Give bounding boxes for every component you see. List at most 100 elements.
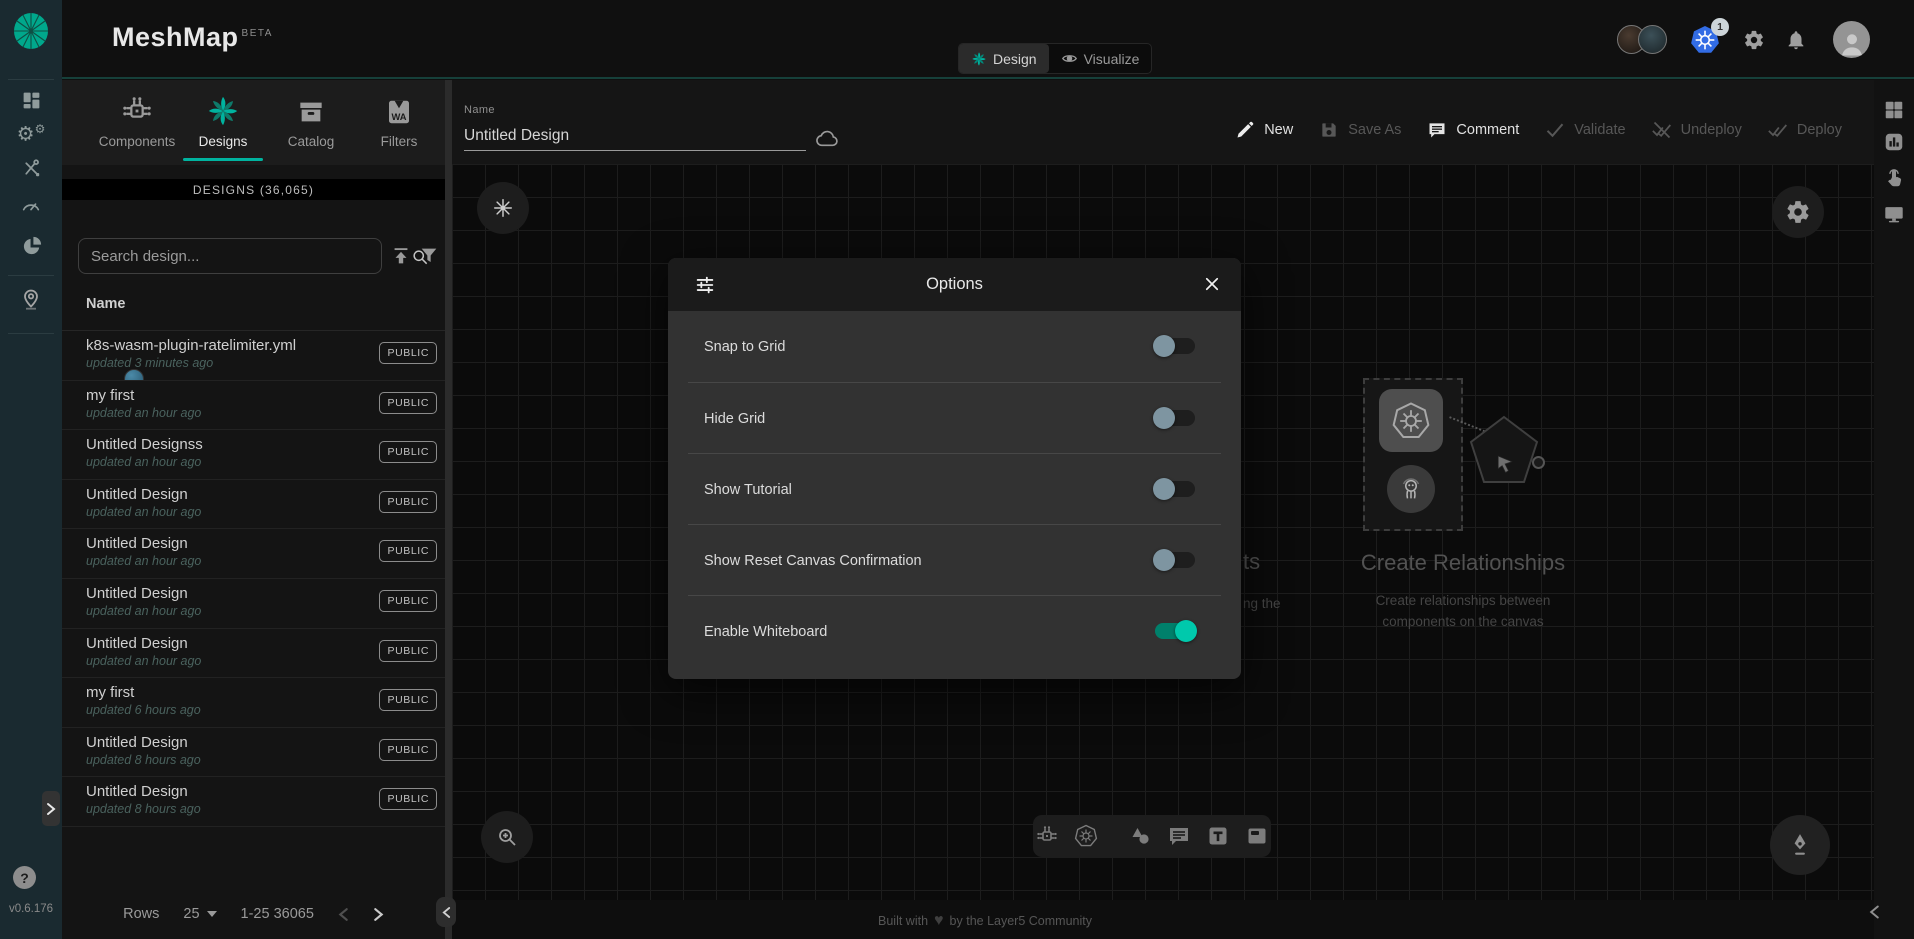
dock-text-icon[interactable] (1206, 824, 1230, 848)
design-list-item[interactable]: Untitled Design updated an hour ago PUBL… (62, 579, 445, 629)
previous-page-button[interactable] (338, 907, 349, 922)
analytics-panel-button[interactable] (1883, 131, 1905, 153)
visibility-badge: PUBLIC (379, 640, 437, 662)
import-design-button[interactable] (390, 245, 412, 267)
tab-filters-label: Filters (353, 134, 445, 149)
svg-text:WA: WA (391, 112, 406, 122)
new-design-button[interactable]: New (1235, 120, 1293, 140)
tab-design[interactable]: Design (959, 44, 1049, 73)
collapse-left-drawer-button[interactable] (436, 897, 456, 927)
canvas-options-button[interactable] (1772, 186, 1824, 238)
hint-mascot-node (1387, 465, 1435, 513)
canvas-context-button[interactable] (477, 182, 529, 234)
design-list-item[interactable]: Untitled Designss updated an hour ago PU… (62, 430, 445, 480)
save-as-button[interactable]: Save As (1319, 120, 1401, 140)
deploy-button[interactable]: Deploy (1768, 120, 1842, 140)
options-modal-header[interactable]: Options (668, 258, 1241, 311)
dock-comment-icon[interactable] (1167, 824, 1191, 848)
toggle-knob (1153, 478, 1175, 500)
tab-designs-label: Designs (177, 134, 269, 149)
toggle-snap-to-grid[interactable] (1155, 338, 1195, 354)
toggle-hide-grid[interactable] (1155, 410, 1195, 426)
hint-pentagon-shape (1467, 413, 1541, 487)
tune-sliders-icon (694, 274, 716, 296)
toggle-show-reset-confirmation[interactable] (1155, 552, 1195, 568)
collapse-right-drawer-button[interactable] (1869, 904, 1880, 920)
sidebar-item-lifecycle[interactable]: ⚙⚙ (0, 123, 62, 145)
panel-grid-button[interactable] (1883, 99, 1905, 121)
kubernetes-context-chip[interactable]: 1 (1689, 24, 1721, 56)
panel-scrollbar[interactable] (445, 80, 452, 939)
layer5-logo[interactable] (0, 11, 62, 51)
catalog-drawer-icon (265, 86, 357, 128)
right-rail (1874, 80, 1914, 939)
rows-per-page-select[interactable]: 25 (183, 906, 216, 922)
toggle-enable-whiteboard[interactable] (1155, 623, 1195, 639)
column-header-name[interactable]: Name (86, 296, 126, 312)
footer-prefix: Built with (878, 914, 928, 928)
dock-shapes-icon[interactable] (1128, 824, 1152, 848)
design-list-item[interactable]: Untitled Design updated an hour ago PUBL… (62, 529, 445, 579)
toggle-show-tutorial[interactable] (1155, 481, 1195, 497)
footer-suffix: by the Layer5 Community (950, 914, 1092, 928)
designs-list: k8s-wasm-plugin-ratelimiter.yml updated … (62, 330, 445, 827)
user-profile-avatar[interactable] (1833, 21, 1870, 58)
new-label: New (1264, 122, 1293, 138)
search-input[interactable] (78, 238, 382, 274)
sidebar-item-dashboard[interactable] (0, 90, 62, 111)
pagination: Rows 25 1-25 36065 (62, 896, 445, 932)
dock-components-icon[interactable] (1035, 824, 1059, 848)
design-name: Untitled Design (86, 486, 188, 503)
context-count-badge: 1 (1711, 18, 1729, 36)
design-name-input[interactable] (464, 121, 806, 151)
sidebar-item-configuration[interactable] (0, 158, 62, 179)
app-version: v0.6.176 (0, 903, 62, 915)
designs-pinwheel-icon (177, 86, 269, 128)
design-list-item[interactable]: k8s-wasm-plugin-ratelimiter.yml updated … (62, 331, 445, 381)
tab-visualize[interactable]: Visualize (1049, 44, 1152, 73)
notifications-bell-icon[interactable] (1785, 29, 1807, 51)
tab-designs[interactable]: Designs (177, 86, 269, 160)
validate-button[interactable]: Validate (1545, 120, 1625, 140)
whiteboard-pen-button[interactable] (1770, 815, 1830, 875)
tab-components[interactable]: Components (91, 86, 183, 160)
help-button[interactable]: ? (13, 866, 36, 889)
design-updated: updated 3 minutes ago (86, 356, 213, 370)
toggle-knob (1153, 549, 1175, 571)
design-list-item[interactable]: Untitled Design updated 8 hours ago PUBL… (62, 777, 445, 827)
expand-drawer-button[interactable] (42, 791, 60, 826)
sidebar-item-meshmap[interactable] (0, 286, 62, 312)
comment-button[interactable]: Comment (1427, 120, 1519, 140)
visibility-badge: PUBLIC (379, 491, 437, 513)
collaborator-avatar[interactable] (1638, 25, 1667, 54)
filter-funnel-button[interactable] (418, 245, 440, 267)
design-updated: updated 8 hours ago (86, 753, 201, 767)
settings-gear-icon[interactable] (1743, 29, 1765, 51)
touch-interaction-button[interactable] (1883, 167, 1905, 189)
design-list-item[interactable]: my first updated an hour ago PUBLIC (62, 381, 445, 431)
dock-media-icon[interactable] (1245, 824, 1269, 848)
tab-catalog[interactable]: Catalog (265, 86, 357, 160)
tab-filters[interactable]: WA Filters (353, 86, 445, 160)
panel-tabs: Components Designs Catalog WA Filters (62, 80, 445, 165)
meshmap-app: MeshMapBETA Design Visualize (0, 0, 1914, 939)
display-panel-button[interactable] (1883, 203, 1905, 225)
chevron-down-icon (207, 911, 217, 917)
dock-kubernetes-icon[interactable] (1074, 824, 1098, 848)
option-show-reset-confirmation: Show Reset Canvas Confirmation (688, 524, 1221, 595)
sidebar-item-mesh-catalog[interactable] (0, 235, 62, 258)
design-list-item[interactable]: Untitled Design updated an hour ago PUBL… (62, 629, 445, 679)
undeploy-button[interactable]: Undeploy (1652, 120, 1742, 140)
visibility-badge: PUBLIC (379, 689, 437, 711)
wasm-filters-icon: WA (353, 86, 445, 128)
design-list-item[interactable]: my first updated 6 hours ago PUBLIC (62, 678, 445, 728)
next-page-button[interactable] (373, 907, 384, 922)
cloud-saved-icon (815, 126, 840, 151)
rows-label: Rows (123, 906, 159, 922)
design-list-item[interactable]: Untitled Design updated an hour ago PUBL… (62, 480, 445, 530)
zoom-in-button[interactable] (481, 811, 533, 863)
close-icon[interactable] (1203, 275, 1221, 293)
design-updated: updated an hour ago (86, 406, 201, 420)
sidebar-item-performance[interactable] (0, 194, 62, 216)
design-list-item[interactable]: Untitled Design updated 8 hours ago PUBL… (62, 728, 445, 778)
